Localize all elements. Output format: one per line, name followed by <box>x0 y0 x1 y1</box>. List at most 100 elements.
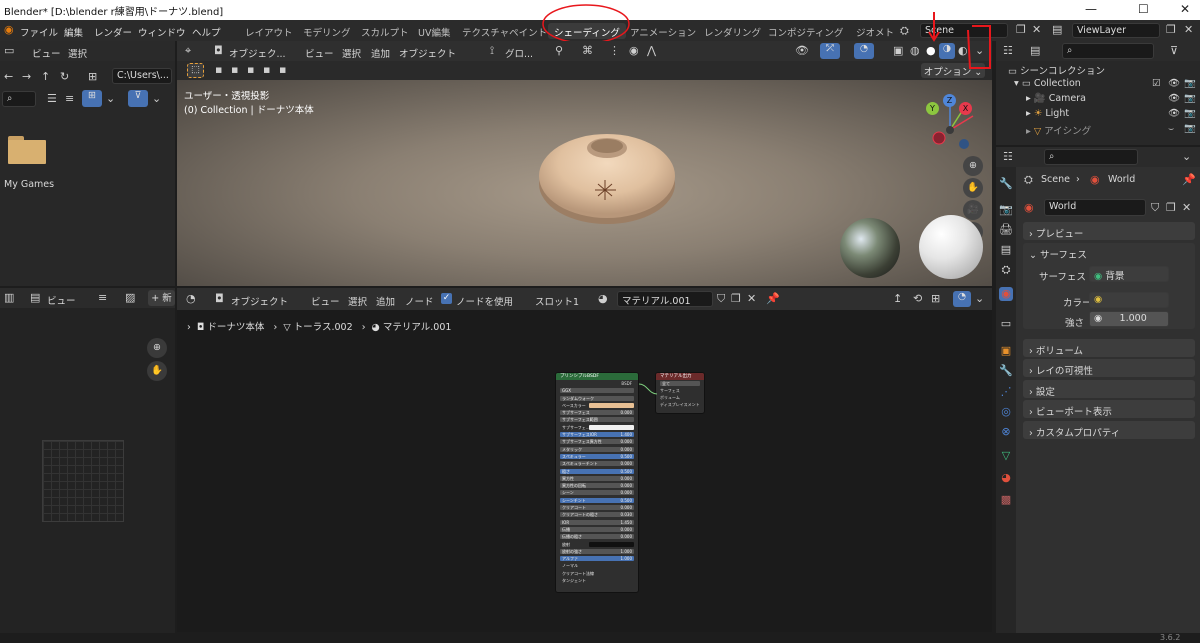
ie-menu-view[interactable]: ビュー <box>47 293 76 307</box>
menu-file[interactable]: ファイル <box>20 25 58 39</box>
select-new-icon[interactable]: ▪ <box>215 64 222 75</box>
bsdf-input-row[interactable]: ランダムウォーク <box>556 395 638 402</box>
object-tab-icon[interactable]: ▣ <box>999 344 1013 358</box>
shader-mode-selector[interactable]: オブジェクト <box>231 294 288 308</box>
bsdf-input-row[interactable]: 放射 <box>556 541 638 548</box>
scene-collection-row[interactable]: ▭ シーンコレクション <box>1008 63 1198 78</box>
world-tab-icon[interactable]: ◉ <box>999 287 1013 301</box>
view-layer-tab-icon[interactable]: ▤ <box>999 243 1013 257</box>
folder-label[interactable]: My Games <box>4 179 54 190</box>
panel-surface[interactable]: ⌄ サーフェス サーフェス ◉ 背景 カラー ◉ 強さ ◉ 1.000 <box>1023 243 1195 329</box>
world-unlink-icon[interactable]: ✕ <box>1182 202 1191 213</box>
delete-view-layer-icon[interactable]: ✕ <box>1184 24 1193 35</box>
tab-compositing[interactable]: コンポジティング <box>762 23 849 39</box>
select-box-icon[interactable]: ⬚ <box>187 63 204 78</box>
breadcrumb-mesh[interactable]: トーラス.002 <box>294 322 353 333</box>
camera-render-icon[interactable]: 📷 <box>1184 93 1196 104</box>
tab-layout[interactable]: レイアウト <box>239 23 299 39</box>
vp-menu-select[interactable]: 選択 <box>342 46 361 60</box>
render-tab-icon[interactable]: 📷 <box>999 203 1013 217</box>
outliner-filter-icon[interactable]: ⊽ <box>1170 45 1178 56</box>
outliner-item-light[interactable]: ▸ ☀ Light 👁 📷 <box>1026 108 1200 123</box>
volume-input-socket[interactable]: ボリューム <box>656 394 704 401</box>
vp-menu-object[interactable]: オブジェクト <box>399 46 456 60</box>
new-view-layer-icon[interactable]: ❐ <box>1166 24 1176 35</box>
outliner-search-input[interactable]: ⌕ <box>1062 43 1154 59</box>
camera-eye-icon[interactable]: 👁 <box>1168 93 1180 104</box>
material-tab-icon[interactable]: ◕ <box>999 471 1013 485</box>
strength-field[interactable]: ◉ 1.000 <box>1089 311 1169 327</box>
bsdf-input-row[interactable]: ノーマル <box>556 562 638 569</box>
file-search-input[interactable]: ⌕ <box>2 91 36 107</box>
snap-node-icon[interactable]: ⟲ <box>913 293 922 304</box>
ne-menu-add[interactable]: 追加 <box>376 294 395 308</box>
tab-rendering[interactable]: レンダリング <box>698 23 767 39</box>
tab-sculpt[interactable]: スカルプト <box>355 23 415 39</box>
navigation-gizmo[interactable]: Y Z X <box>919 94 981 152</box>
outliner-item-icing[interactable]: ▸ ▽ アイシング ⌣ 📷 <box>1026 123 1200 138</box>
panel-settings[interactable]: › 設定 <box>1023 380 1195 398</box>
bsdf-input-row[interactable]: サブサーフェス範囲 <box>556 416 638 423</box>
output-tab-icon[interactable]: 🖨 <box>999 223 1013 237</box>
select-invert-icon[interactable]: ▪ <box>263 64 270 75</box>
ne-menu-view[interactable]: ビュー <box>311 294 340 308</box>
color-field[interactable]: ◉ <box>1089 292 1169 308</box>
breadcrumb-material[interactable]: マテリアル.001 <box>383 322 452 333</box>
constraints-tab-icon[interactable]: ⊗ <box>999 425 1013 439</box>
bsdf-node-title[interactable]: プリンシプルBSDF <box>556 373 638 380</box>
bsdf-value-slider[interactable] <box>588 424 634 430</box>
bsdf-input-row[interactable]: GGX <box>556 387 638 394</box>
collection-eye-icon[interactable]: 👁 <box>1168 78 1180 89</box>
displacement-input-socket[interactable]: ディスプレイスメント <box>656 401 704 408</box>
panel-viewport-display[interactable]: › ビューポート表示 <box>1023 400 1195 418</box>
fb-menu-view[interactable]: ビュー <box>32 46 61 60</box>
snap-target-icon[interactable]: ⋮ <box>609 45 620 56</box>
ne-menu-select[interactable]: 選択 <box>348 294 367 308</box>
props-pin-icon[interactable]: 📌 <box>1182 174 1196 185</box>
refresh-icon[interactable]: ↻ <box>60 71 69 82</box>
shading-dropdown-icon[interactable]: ⌄ <box>975 45 984 56</box>
node-editor[interactable]: › ◘ ドーナツ本体 › ▽ トーラス.002 › ◕ マテリアル.001 プリ… <box>177 310 992 632</box>
bsdf-input-row[interactable]: 放射の強さ 1.000 <box>556 548 638 555</box>
display-mode-icon[interactable]: ▤ <box>1030 45 1040 56</box>
tab-modeling[interactable]: モデリング <box>297 23 357 39</box>
snap-mode-icon[interactable]: ⊞ <box>931 293 940 304</box>
modifier-tab-icon[interactable]: 🔧 <box>999 364 1013 378</box>
view-layer-icon[interactable]: ▤ <box>1052 24 1062 35</box>
folder-editor-icon[interactable]: ▭ <box>4 45 14 56</box>
world-duplicate-icon[interactable]: ❐ <box>1166 202 1176 213</box>
vp-menu-add[interactable]: 追加 <box>371 46 390 60</box>
shader-type-icon[interactable]: ◘ <box>215 293 224 304</box>
new-scene-icon[interactable]: ❐ <box>1016 24 1026 35</box>
select-intersect-icon[interactable]: ▪ <box>279 64 286 75</box>
new-folder-icon[interactable]: ⊞ <box>88 71 97 82</box>
tab-geometry[interactable]: ジオメト <box>850 23 900 39</box>
bsdf-input-row[interactable]: シーンチント 0.500 <box>556 497 638 504</box>
select-extend-icon[interactable]: ▪ <box>231 64 238 75</box>
use-nodes-checkbox[interactable]: ✓ <box>441 293 452 304</box>
bsdf-input-row[interactable]: タンジェント <box>556 577 638 584</box>
light-render-icon[interactable]: 📷 <box>1184 108 1196 119</box>
menu-help[interactable]: ヘルプ <box>192 25 221 39</box>
object-mode-icon[interactable]: ◘ <box>214 45 223 56</box>
transform-orientation-icon[interactable]: ⟟ <box>490 45 494 56</box>
output-node-title[interactable]: マテリアル出力 <box>656 373 704 380</box>
scene-icon[interactable]: ⛭ <box>900 25 909 36</box>
expand-chevron-icon[interactable]: ▾ <box>1014 78 1019 89</box>
duplicate-material-icon[interactable]: ❐ <box>731 293 741 304</box>
expand-chevron-icon[interactable]: ▸ <box>1026 93 1031 104</box>
bsdf-input-row[interactable]: IOR 1.450 <box>556 519 638 526</box>
menu-edit[interactable]: 編集 <box>64 25 83 39</box>
parent-node-icon[interactable]: ↥ <box>893 293 902 304</box>
visibility-icon[interactable]: 👁 <box>795 45 809 56</box>
donut-object[interactable] <box>532 122 682 230</box>
panel-custom-properties[interactable]: › カスタムプロパティ <box>1023 421 1195 439</box>
thumbnail-view-icon[interactable]: ⊞ <box>82 90 102 107</box>
properties-search-input[interactable]: ⌕ <box>1044 149 1138 165</box>
material-preview-icon[interactable]: ◑ <box>939 43 955 59</box>
bsdf-input-row[interactable]: 異方性 0.000 <box>556 475 638 482</box>
properties-collapse-icon[interactable]: ⌄ <box>1182 151 1191 162</box>
blender-logo-icon[interactable]: ◉ <box>4 24 14 35</box>
material-output-node[interactable]: マテリアル出力 全て サーフェス ボリューム ディスプレイスメント <box>655 372 705 414</box>
tab-uv-editing[interactable]: UV編集 <box>412 23 456 39</box>
